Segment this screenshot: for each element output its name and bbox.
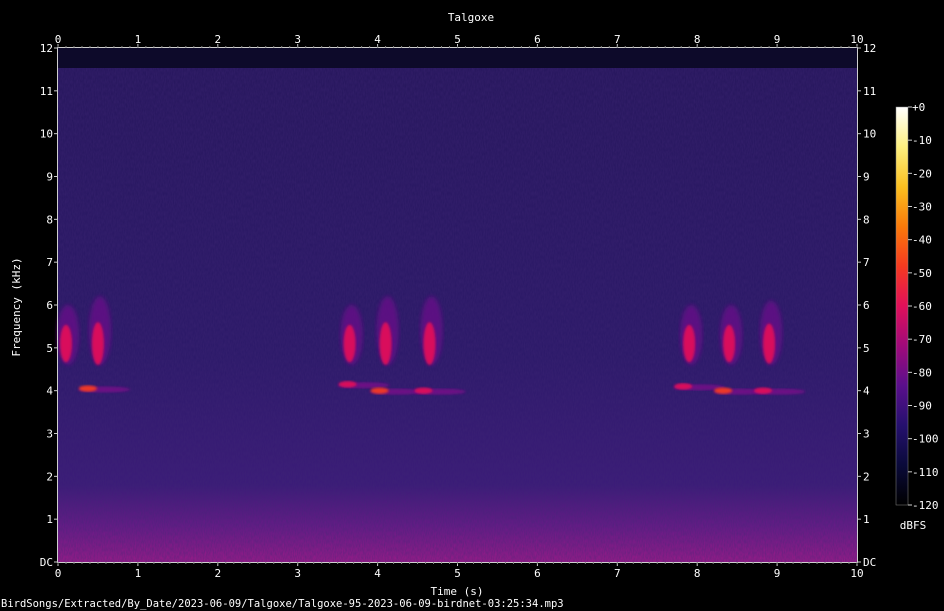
x-tick-label-bottom: 2 bbox=[214, 567, 221, 580]
call-burst bbox=[59, 324, 72, 363]
colorbar-tick-label: -80 bbox=[912, 366, 932, 379]
y-tick-label-left: 5 bbox=[46, 342, 53, 355]
y-tick-label-right: 8 bbox=[863, 213, 870, 226]
note-mark bbox=[754, 387, 773, 394]
x-tick-label-top: 0 bbox=[55, 33, 62, 46]
colorbar-unit: dBFS bbox=[900, 519, 927, 532]
y-tick-label-right: 2 bbox=[863, 470, 870, 483]
note-mark bbox=[338, 381, 357, 388]
y-tick-label-right: 9 bbox=[863, 171, 870, 184]
x-tick-label-top: 4 bbox=[374, 33, 381, 46]
y-tick-label-right: 5 bbox=[863, 342, 870, 355]
spectrogram-chart: Talgoxe 0 1 2 3 4 5 6 7 8 9 10 0 1 2 3 4 5 6 7 8 9 10 DC1234… bbox=[1, 11, 939, 610]
x-axis-bottom: 0 1 2 3 4 5 6 7 8 9 10 bbox=[55, 562, 864, 580]
y-tick-label-left: 7 bbox=[46, 256, 53, 269]
x-tick-label-bottom: 5 bbox=[454, 567, 461, 580]
y-tick-label-left: 3 bbox=[46, 428, 53, 441]
x-tick-label-bottom: 7 bbox=[614, 567, 621, 580]
y-tick-label-right: 7 bbox=[863, 256, 870, 269]
colorbar-tick-label: +0 bbox=[912, 101, 925, 114]
note-mark bbox=[78, 385, 97, 392]
y-tick-label-left: 2 bbox=[46, 470, 53, 483]
x-tick-label-top: 10 bbox=[850, 33, 863, 46]
y-axis-left: DC123456789101112 bbox=[40, 42, 58, 569]
colorbar-tick-label: -70 bbox=[912, 333, 932, 346]
call-burst bbox=[91, 322, 104, 365]
x-tick-label-top: 2 bbox=[214, 33, 221, 46]
colorbar-tick-label: -90 bbox=[912, 400, 932, 413]
x-tick-label-bottom: 3 bbox=[294, 567, 301, 580]
y-tick-label-right: 6 bbox=[863, 299, 870, 312]
note-mark bbox=[714, 387, 733, 394]
call-burst bbox=[683, 324, 696, 363]
x-tick-label-bottom: 1 bbox=[135, 567, 142, 580]
colorbar: +0 -10 -20 -30 -40 -50 -60 -70 -80 -90 -100 -110 -12… bbox=[895, 101, 939, 532]
x-tick-label-top: 8 bbox=[694, 33, 701, 46]
colorbar-tick-label: -50 bbox=[912, 267, 932, 280]
note-mark bbox=[370, 387, 389, 394]
x-tick-label-top: 1 bbox=[135, 33, 142, 46]
y-tick-label-right: 3 bbox=[863, 428, 870, 441]
x-tick-label-bottom: 8 bbox=[694, 567, 701, 580]
call-burst bbox=[379, 322, 392, 365]
colorbar-gradient bbox=[895, 106, 909, 506]
call-burst bbox=[763, 323, 776, 364]
call-burst bbox=[723, 324, 736, 363]
x-axis-top: 0 1 2 3 4 5 6 7 8 9 10 bbox=[55, 33, 864, 48]
colorbar-tick-label: -20 bbox=[912, 167, 932, 180]
x-tick-label-bottom: 10 bbox=[850, 567, 863, 580]
x-tick-label-bottom: 0 bbox=[55, 567, 62, 580]
colorbar-tick-label: -110 bbox=[912, 466, 939, 479]
note-mark bbox=[674, 383, 693, 390]
y-axis-right: DC123456789101112 bbox=[857, 42, 876, 569]
colorbar-tick-label: -40 bbox=[912, 234, 932, 247]
x-tick-label-top: 9 bbox=[774, 33, 781, 46]
x-tick-label-bottom: 9 bbox=[774, 567, 781, 580]
x-tick-label-top: 7 bbox=[614, 33, 621, 46]
spectrogram-top-cutoff bbox=[58, 48, 857, 68]
y-axis-label: Frequency (kHz) bbox=[10, 257, 23, 356]
y-tick-label-left: 9 bbox=[46, 171, 53, 184]
spectrogram-plot-area bbox=[56, 47, 858, 563]
y-tick-label-left: 8 bbox=[46, 213, 53, 226]
colorbar-tick-label: -120 bbox=[912, 499, 939, 512]
file-path: BirdSongs/Extracted/By_Date/2023-06-09/T… bbox=[1, 598, 564, 610]
colorbar-ticks: +0 -10 -20 -30 -40 -50 -60 -70 -80 -90 -100 -110 -12… bbox=[908, 101, 939, 512]
x-tick-label-bottom: 6 bbox=[534, 567, 541, 580]
y-tick-label-right: DC bbox=[863, 556, 876, 569]
x-tick-label-top: 5 bbox=[454, 33, 461, 46]
call-burst bbox=[423, 322, 436, 365]
y-tick-label-right: 4 bbox=[863, 385, 870, 398]
x-axis-label: Time (s) bbox=[431, 585, 484, 598]
colorbar-tick-label: -60 bbox=[912, 300, 932, 313]
x-tick-label-bottom: 4 bbox=[374, 567, 381, 580]
colorbar-tick-label: -100 bbox=[912, 433, 939, 446]
y-tick-label-left: 4 bbox=[46, 385, 53, 398]
colorbar-tick-label: -10 bbox=[912, 134, 932, 147]
y-tick-label-left: DC bbox=[40, 556, 53, 569]
colorbar-tick-label: -30 bbox=[912, 201, 932, 214]
y-tick-label-left: 11 bbox=[40, 85, 53, 98]
y-tick-label-right: 10 bbox=[863, 128, 876, 141]
y-tick-label-left: 6 bbox=[46, 299, 53, 312]
chart-title: Talgoxe bbox=[448, 11, 494, 24]
y-tick-label-right: 11 bbox=[863, 85, 876, 98]
y-tick-label-left: 1 bbox=[46, 513, 53, 526]
x-tick-label-top: 3 bbox=[294, 33, 301, 46]
spectrogram-noise bbox=[58, 48, 857, 562]
note-mark bbox=[414, 387, 433, 394]
y-tick-label-left: 10 bbox=[40, 128, 53, 141]
y-tick-label-right: 12 bbox=[863, 42, 876, 55]
y-tick-label-left: 12 bbox=[40, 42, 53, 55]
call-burst bbox=[343, 324, 356, 363]
x-tick-label-top: 6 bbox=[534, 33, 541, 46]
y-tick-label-right: 1 bbox=[863, 513, 870, 526]
